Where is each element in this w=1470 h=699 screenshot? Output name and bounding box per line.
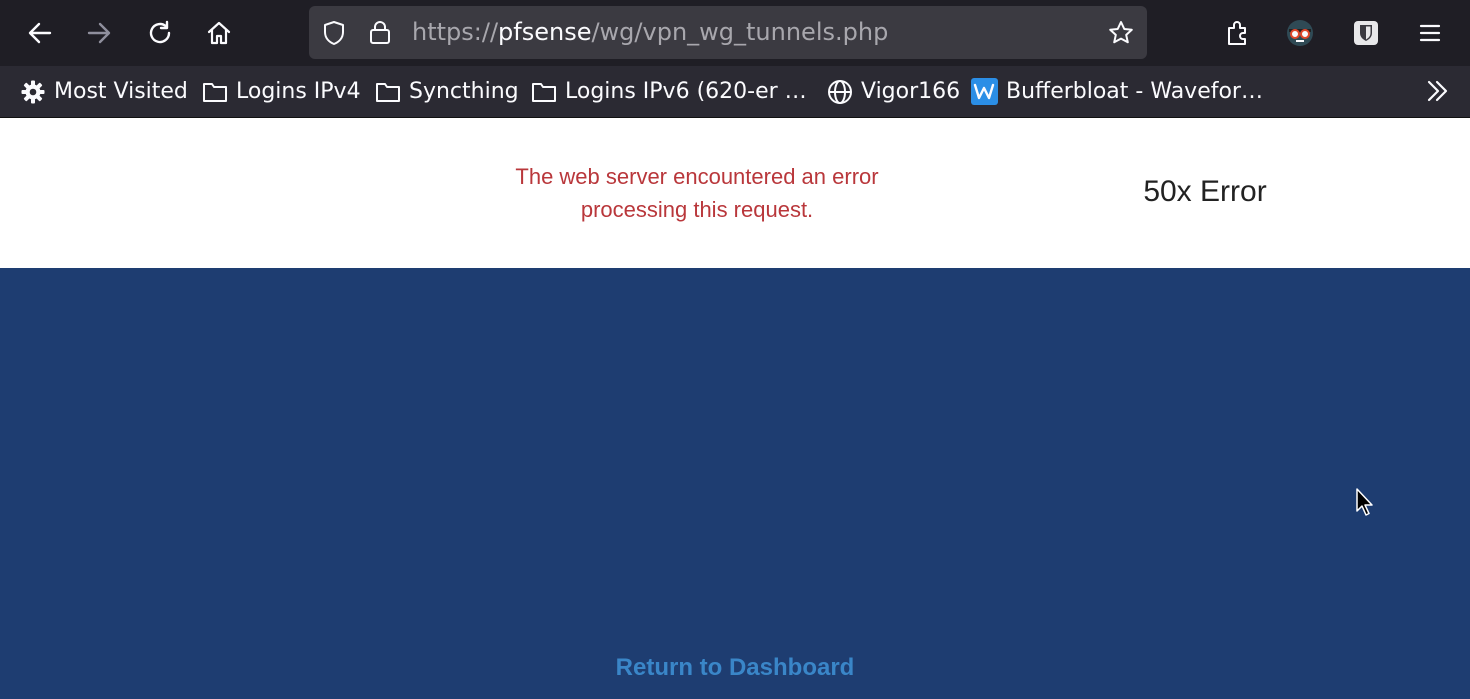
bookmark-label: Vigor166 <box>861 79 961 104</box>
address-bar[interactable]: https://pfsense/wg/vpn_wg_tunnels.php <box>309 6 1147 59</box>
bookmark-label: Logins IPv6 (620-er … <box>565 79 807 104</box>
error-header: The web server encountered an error proc… <box>0 118 1470 268</box>
back-button[interactable] <box>20 13 60 53</box>
bookmark-folder-syncthing[interactable]: Syncthing <box>375 66 519 117</box>
shield-icon[interactable] <box>321 20 347 46</box>
bookmark-label: Bufferbloat - Wavefor… <box>1006 79 1263 104</box>
bitwarden-shield-icon <box>1354 21 1378 45</box>
arrow-left-icon <box>28 22 52 44</box>
folder-icon <box>375 80 401 104</box>
private-mask-extension-button[interactable] <box>1280 13 1320 53</box>
bookmark-label: Logins IPv4 <box>236 79 361 104</box>
gear-icon <box>20 79 46 105</box>
double-chevron-right-icon <box>1427 80 1448 102</box>
bookmarks-overflow-button[interactable] <box>1424 78 1450 108</box>
error-message: The web server encountered an error proc… <box>515 164 879 222</box>
bookmark-folder-logins-ipv6[interactable]: Logins IPv6 (620-er … <box>531 66 807 117</box>
bookmark-star-icon[interactable] <box>1107 19 1135 47</box>
url-scheme: https:// <box>412 18 499 46</box>
globe-icon <box>827 79 853 105</box>
bookmark-most-visited[interactable]: Most Visited <box>20 66 188 117</box>
folder-icon <box>531 80 557 104</box>
lock-icon[interactable] <box>367 19 393 45</box>
page-body: Return to Dashboard <box>0 268 1470 699</box>
bookmark-vigor166[interactable]: Vigor166 <box>827 66 960 117</box>
bookmarks-toolbar: Most Visited Logins IPv4 Syncthing Login… <box>0 66 1470 118</box>
extensions-button[interactable] <box>1217 13 1257 53</box>
return-to-dashboard-link[interactable]: Return to Dashboard <box>560 653 910 683</box>
home-icon <box>207 21 231 45</box>
folder-icon <box>202 80 228 104</box>
url-host: pfsense <box>498 18 592 46</box>
app-menu-button[interactable] <box>1410 13 1450 53</box>
bookmark-folder-logins-ipv4[interactable]: Logins IPv4 <box>202 66 361 117</box>
spy-glasses-icon <box>1287 20 1313 46</box>
arrow-right-icon <box>87 22 111 44</box>
reload-button[interactable] <box>140 13 180 53</box>
hamburger-menu-icon <box>1419 24 1441 42</box>
bookmark-bufferbloat[interactable]: Bufferbloat - Wavefor… <box>971 66 1263 117</box>
bookmark-label: Most Visited <box>54 79 188 104</box>
reload-icon <box>149 20 171 44</box>
puzzle-icon <box>1228 21 1246 45</box>
url-path: /wg/vpn_wg_tunnels.php <box>591 18 889 46</box>
error-title: 50x Error <box>1143 175 1267 208</box>
browser-toolbar: https://pfsense/wg/vpn_wg_tunnels.php <box>0 0 1470 66</box>
waveform-icon <box>971 78 998 105</box>
mouse-cursor-icon <box>1356 488 1373 516</box>
url-text[interactable]: https://pfsense/wg/vpn_wg_tunnels.php <box>412 6 888 59</box>
bookmark-label: Syncthing <box>409 79 519 104</box>
forward-button[interactable] <box>79 13 119 53</box>
home-button[interactable] <box>199 13 239 53</box>
bitwarden-extension-button[interactable] <box>1346 13 1386 53</box>
